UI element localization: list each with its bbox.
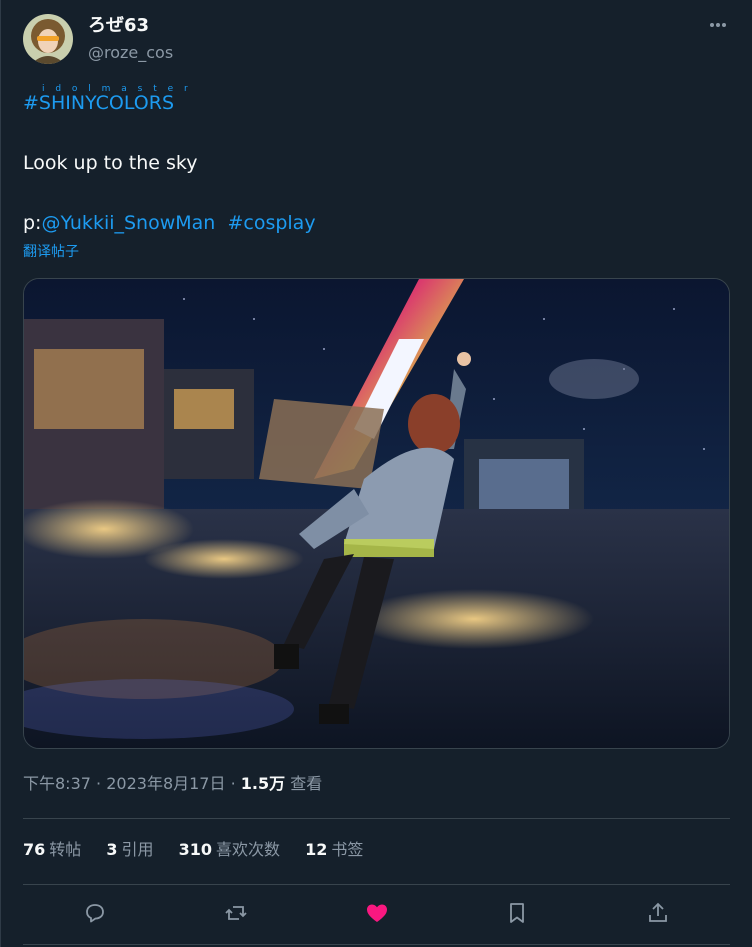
column-border — [0, 0, 1, 947]
meta-separator: · — [230, 774, 236, 793]
bookmark-icon — [510, 903, 524, 923]
divider — [23, 884, 730, 885]
engagement-stats: 76 转帖 3 引用 310 喜欢次数 12 书签 — [23, 838, 383, 862]
cosplay-night-photo — [24, 279, 729, 748]
bookmarks-label: 书签 — [331, 840, 364, 859]
heart-icon — [367, 904, 387, 922]
tweet-body-text: Look up to the sky — [23, 152, 198, 174]
retweet-button[interactable] — [221, 898, 251, 928]
quotes-stat[interactable]: 3 引用 — [106, 838, 153, 862]
views-count: 1.5万 — [240, 774, 286, 793]
speech-bubble-icon — [86, 904, 104, 923]
tweet-date[interactable]: 2023年8月17日 — [106, 774, 225, 793]
like-button[interactable] — [362, 898, 392, 928]
views-label: 查看 — [290, 774, 323, 793]
bookmark-button[interactable] — [502, 898, 532, 928]
share-button[interactable] — [643, 898, 673, 928]
likes-count: 310 — [178, 840, 213, 859]
meta-separator: · — [96, 774, 102, 793]
bookmarks-count: 12 — [305, 840, 328, 859]
tweet-credit-line: p:@Yukkii_SnowMan #cosplay — [23, 210, 316, 236]
quotes-label: 引用 — [121, 840, 154, 859]
tweet-detail: ろぜ63 @roze_cos i d o l m a s t e r #SHIN… — [0, 0, 752, 947]
tweet-time[interactable]: 下午8:37 — [23, 774, 91, 793]
hashtag-cosplay[interactable]: #cosplay — [227, 212, 315, 234]
reply-button[interactable] — [80, 898, 110, 928]
mention-link[interactable]: @Yukkii_SnowMan — [41, 212, 215, 234]
divider — [23, 944, 730, 945]
retweets-stat[interactable]: 76 转帖 — [23, 838, 81, 862]
likes-label: 喜欢次数 — [216, 840, 281, 859]
likes-stat[interactable]: 310 喜欢次数 — [179, 838, 280, 862]
user-handle[interactable]: @roze_cos — [88, 42, 173, 64]
bookmarks-stat[interactable]: 12 书签 — [305, 838, 363, 862]
translate-post-link[interactable]: 翻译帖子 — [23, 242, 79, 262]
divider — [23, 818, 730, 819]
retweets-label: 转帖 — [49, 840, 82, 859]
share-icon — [649, 902, 667, 922]
more-options-icon[interactable] — [702, 14, 734, 40]
retweet-icon — [225, 906, 247, 920]
tweet-photo[interactable] — [23, 278, 730, 749]
display-name[interactable]: ろぜ63 — [88, 14, 149, 38]
retweets-count: 76 — [23, 840, 46, 859]
hashtag-shinycolors[interactable]: #SHINYCOLORS — [23, 90, 174, 116]
avatar[interactable] — [23, 14, 73, 64]
quotes-count: 3 — [106, 840, 118, 859]
credit-prefix: p: — [23, 212, 42, 234]
tweet-timestamp-row: 下午8:37 · 2023年8月17日 · 1.5万 查看 — [23, 772, 322, 796]
